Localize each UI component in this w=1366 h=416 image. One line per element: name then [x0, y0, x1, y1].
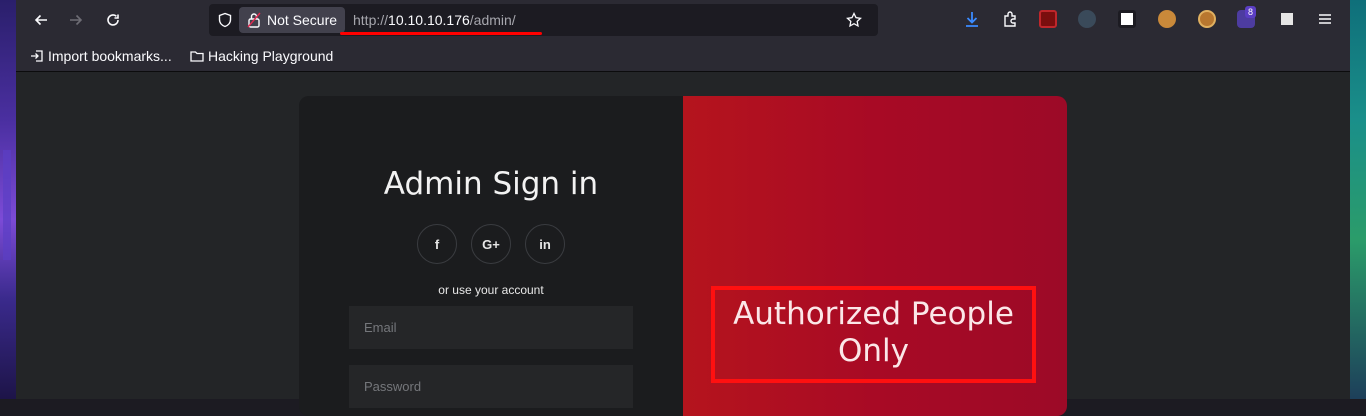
back-arrow-icon [34, 14, 47, 26]
google-plus-icon: G+ [482, 236, 500, 252]
menu-hamburger-icon[interactable] [1316, 10, 1334, 28]
url-highlight-underline [340, 32, 542, 35]
lock-warning-icon [247, 12, 261, 28]
forward-button[interactable] [64, 8, 88, 32]
password-field[interactable] [349, 365, 633, 408]
reload-button[interactable] [101, 8, 125, 32]
url-host: 10.10.10.176 [388, 12, 470, 28]
import-icon [31, 50, 43, 62]
url-bar[interactable]: Not Secure http://10.10.10.176/admin/ [209, 4, 878, 36]
login-card: Admin Sign in f G+ in or use your accoun… [299, 96, 1067, 416]
desktop-wallpaper-right [1350, 0, 1366, 399]
linkedin-icon: in [539, 236, 551, 252]
overlay-panel: Authorized People Only [683, 96, 1067, 416]
bookmark-star-icon[interactable] [846, 12, 862, 28]
page-title: Admin Sign in [383, 166, 599, 202]
not-secure-indicator[interactable]: Not Secure [239, 7, 346, 33]
sign-in-panel: Admin Sign in f G+ in or use your accoun… [299, 96, 683, 416]
user-agent-switcher-icon[interactable] [1278, 10, 1296, 28]
url-path: /admin/ [469, 12, 516, 28]
cookie-manager-icon[interactable] [1198, 10, 1216, 28]
wappalyzer-icon[interactable] [1078, 10, 1096, 28]
forward-arrow-icon [70, 14, 83, 26]
downloads-icon[interactable] [963, 10, 981, 28]
extension-badge: 8 [1245, 6, 1257, 18]
bookmark-folder-label: Hacking Playground [208, 48, 334, 64]
extensions-icon[interactable] [1001, 10, 1019, 28]
facebook-login-button[interactable]: f [417, 224, 457, 264]
url-scheme: http:// [353, 12, 389, 28]
page-content: Admin Sign in f G+ in or use your accoun… [16, 72, 1350, 416]
browser-toolbar: Not Secure http://10.10.10.176/admin/ 8 [16, 0, 1350, 40]
back-button[interactable] [29, 8, 53, 32]
google-plus-login-button[interactable]: G+ [471, 224, 511, 264]
bookmark-folder-hacking-playground[interactable]: Hacking Playground [190, 47, 333, 65]
browser-window: Not Secure http://10.10.10.176/admin/ 8 … [16, 0, 1350, 416]
authorized-highlight-box: Authorized People Only [711, 286, 1036, 383]
folder-icon [190, 51, 204, 62]
bookmarks-toolbar: Import bookmarks... Hacking Playground [16, 40, 1350, 72]
reload-icon [107, 14, 119, 26]
bookmark-import[interactable]: Import bookmarks... [30, 47, 172, 65]
or-use-account-text: or use your account [438, 283, 544, 297]
cookie-editor-icon[interactable] [1158, 10, 1176, 28]
facebook-icon: f [434, 236, 440, 252]
authorized-people-only-text: Authorized People Only [733, 296, 1014, 369]
bookmark-import-label: Import bookmarks... [48, 48, 172, 64]
shield-icon[interactable] [217, 12, 233, 28]
not-secure-label: Not Secure [267, 12, 338, 28]
ublock-origin-icon[interactable] [1039, 10, 1057, 28]
qr-code-icon[interactable] [1118, 10, 1136, 28]
email-field[interactable] [349, 306, 633, 349]
linkedin-login-button[interactable]: in [525, 224, 565, 264]
desktop-wallpaper-left [0, 0, 16, 399]
